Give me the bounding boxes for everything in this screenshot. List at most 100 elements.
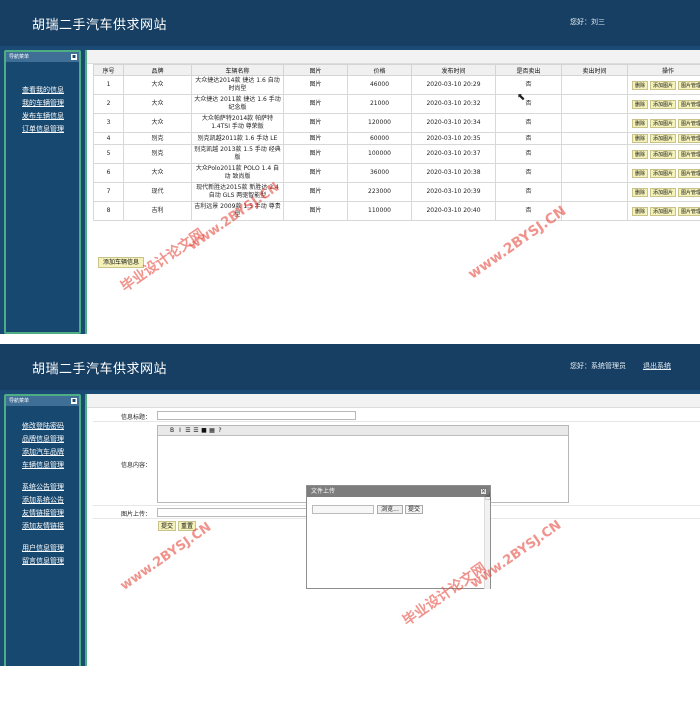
cell-time: 2020-03-10 20:40 (411, 201, 496, 221)
sidebar-item-publish-car[interactable]: 发布车辆信息 (22, 110, 79, 123)
add-image-button[interactable]: 添加图片 (649, 99, 676, 109)
sidebar-item-orders[interactable]: 订单信息管理 (22, 123, 79, 136)
cell-sold: 否 (495, 75, 562, 95)
delete-button[interactable]: 删除 (631, 134, 648, 143)
cell-price: 100000 (347, 144, 412, 164)
collapse-icon[interactable]: ▪ (71, 398, 77, 404)
collapse-icon[interactable]: ▪ (71, 54, 77, 60)
delete-button[interactable]: 删除 (631, 80, 648, 90)
add-image-button[interactable]: 添加图片 (649, 134, 676, 143)
sidebar-item-change-password[interactable]: 修改登陆密码 (22, 420, 79, 433)
sidebar-item-message-manage[interactable]: 留言信息管理 (22, 555, 79, 568)
sidebar-item-link-manage[interactable]: 友情链接管理 (22, 507, 79, 520)
delete-button[interactable]: 删除 (631, 149, 648, 159)
add-image-button[interactable]: 添加图片 (649, 118, 676, 128)
title-input[interactable] (157, 411, 356, 420)
image-manage-button[interactable]: 图片管理 (678, 99, 700, 109)
sidebar-item-my-info[interactable]: 查看我的信息 (22, 84, 79, 97)
table-row: 7 现代 现代新胜达2015款 新胜达 2.4 自动 GLS 两驱智能型 图片 2230… (93, 182, 700, 202)
table-row: 1 大众 大众捷达2014款 捷达 1.6 自动 时尚型 图片 46000 2020-03… (93, 75, 700, 95)
image-manage-button[interactable]: 图片管理 (678, 134, 700, 143)
delete-button[interactable]: 删除 (631, 168, 648, 178)
cell-time: 2020-03-10 20:32 (411, 94, 496, 114)
add-image-button[interactable]: 添加图片 (649, 187, 676, 197)
cell-brand: 吉利 (123, 201, 192, 221)
image-label: 图片上传： (120, 511, 151, 518)
content-top-strip (87, 50, 700, 64)
add-image-button[interactable]: 添加图片 (649, 206, 676, 216)
sidebar-item-user-manage[interactable]: 用户信息管理 (22, 542, 79, 555)
cell-price: 21000 (347, 94, 412, 114)
cell-sold: 否 (495, 94, 562, 114)
cell-name: 别克凯越 2013款 1.5 手动 经典版 (191, 144, 284, 164)
image-manage-button[interactable]: 图片管理 (678, 118, 700, 128)
delete-button[interactable]: 删除 (631, 206, 648, 216)
image-manage-button[interactable]: 图片管理 (678, 168, 700, 178)
bold-icon[interactable]: B (168, 426, 176, 436)
image-manage-button[interactable]: 图片管理 (678, 149, 700, 159)
table-icon[interactable]: ▦ (208, 426, 216, 436)
cell-img[interactable]: 图片 (283, 94, 348, 114)
delete-button[interactable]: 删除 (631, 187, 648, 197)
form-row-title: 信息标题： (93, 408, 700, 422)
cell-img[interactable]: 图片 (283, 113, 348, 133)
cell-no: 8 (93, 201, 124, 221)
sidebar-menu: 修改登陆密码 品牌信息管理 添加汽车品牌 车辆信息管理 系统公告管理 添加系统公… (6, 406, 79, 568)
cell-sold-time (561, 163, 628, 183)
cell-no: 6 (93, 163, 124, 183)
sidebar-item-notice-manage[interactable]: 系统公告管理 (22, 481, 79, 494)
italic-icon[interactable]: I (176, 426, 184, 436)
sidebar-divider (22, 533, 79, 542)
cell-actions: 删除 添加图片 图片管理 (627, 132, 700, 145)
cell-price: 46000 (347, 75, 412, 95)
unordered-list-icon[interactable]: ☰ (192, 426, 200, 436)
cell-img[interactable]: 图片 (283, 182, 348, 202)
sidebar-item-car-manage[interactable]: 车辆信息管理 (22, 459, 79, 472)
cell-name: 吉利远景 2009款 1.5 手动 尊贵型 (191, 201, 284, 221)
top-header: 胡瑞二手汽车供求网站 您好：系统管理员 退出系统 (0, 344, 700, 390)
cell-img[interactable]: 图片 (283, 144, 348, 164)
sidebar-item-add-brand[interactable]: 添加汽车品牌 (22, 446, 79, 459)
cell-brand: 大众 (123, 94, 192, 114)
cell-img[interactable]: 图片 (283, 132, 348, 145)
cell-img[interactable]: 图片 (283, 201, 348, 221)
table-row: 5 别克 别克凯越 2013款 1.5 手动 经典版 图片 100000 2020-03-… (93, 144, 700, 164)
logout-link[interactable]: 退出系统 (643, 361, 671, 371)
sidebar-item-brand-manage[interactable]: 品牌信息管理 (22, 433, 79, 446)
add-image-button[interactable]: 添加图片 (649, 168, 676, 178)
image-manage-button[interactable]: 图片管理 (678, 80, 700, 90)
browse-button[interactable]: 浏览... (377, 505, 403, 514)
dialog-scrollbar[interactable] (484, 497, 490, 589)
cell-no: 3 (93, 113, 124, 133)
image-insert-icon[interactable]: ■ (200, 426, 208, 436)
cell-brand: 大众 (123, 163, 192, 183)
delete-button[interactable]: 删除 (631, 118, 648, 128)
reset-button[interactable]: 重置 (178, 521, 197, 531)
image-manage-button[interactable]: 图片管理 (678, 187, 700, 197)
content-panel: 序号 品牌 车辆名称 图片 价格 发布时间 是否卖出 卖出时间 操作 1 大众 大众捷达2014款 … (85, 50, 700, 334)
add-car-button[interactable]: 添加车辆信息 (98, 257, 145, 268)
image-path-input[interactable] (157, 508, 307, 517)
cell-img[interactable]: 图片 (283, 75, 348, 95)
table-row: 6 大众 大众Polo2011款 POLO 1.4 自动 致尚版 图片 36000 202… (93, 163, 700, 183)
submit-button[interactable]: 提交 (158, 521, 177, 531)
sidebar-item-add-notice[interactable]: 添加系统公告 (22, 494, 79, 507)
sidebar-item-add-link[interactable]: 添加友情链接 (22, 520, 79, 533)
column-header: 车辆名称 (191, 64, 284, 76)
sidebar-item-my-cars[interactable]: 我的车辆管理 (22, 97, 79, 110)
help-icon[interactable]: ? (216, 426, 224, 436)
delete-button[interactable]: 删除 (631, 99, 648, 109)
upload-submit-button[interactable]: 提交 (405, 505, 423, 514)
image-manage-button[interactable]: 图片管理 (678, 206, 700, 216)
cell-img[interactable]: 图片 (283, 163, 348, 183)
sidebar-menu: 查看我的信息 我的车辆管理 发布车辆信息 订单信息管理 (6, 62, 79, 136)
sidebar-header-label: 导航菜单 (9, 54, 30, 60)
add-image-button[interactable]: 添加图片 (649, 80, 676, 90)
cell-brand: 现代 (123, 182, 192, 202)
column-header: 发布时间 (411, 64, 496, 76)
cell-no: 1 (93, 75, 124, 95)
add-image-button[interactable]: 添加图片 (649, 149, 676, 159)
ordered-list-icon[interactable]: ☰ (184, 426, 192, 436)
top-header: 胡瑞二手汽车供求网站 您好：刘三 (0, 0, 700, 46)
file-path-field[interactable] (312, 505, 374, 514)
